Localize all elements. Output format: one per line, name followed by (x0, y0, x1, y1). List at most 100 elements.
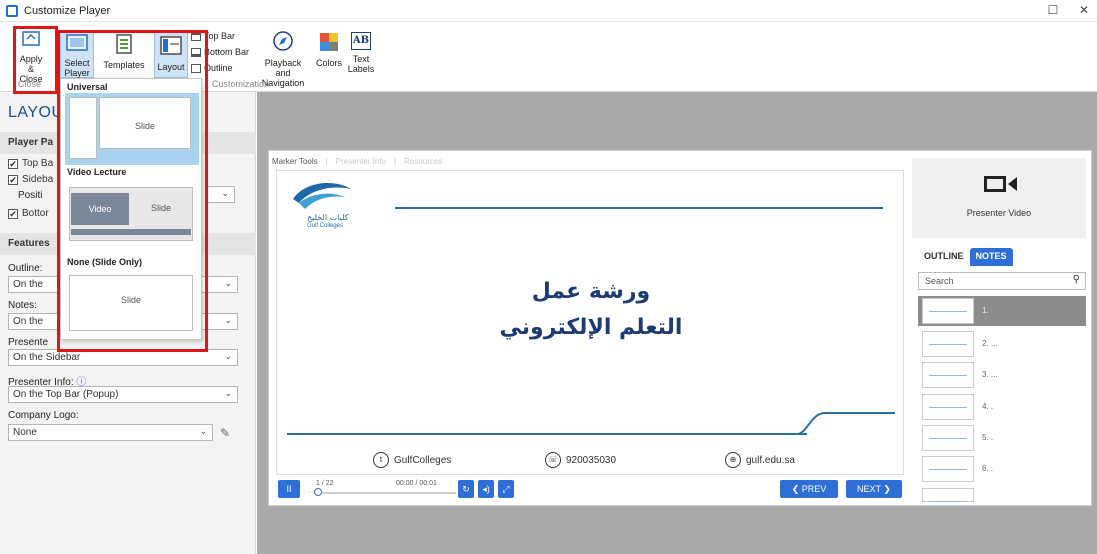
top-bar-option-label: Top Bar (204, 31, 236, 41)
tab-notes[interactable]: NOTES (969, 248, 1013, 266)
outline-item[interactable]: 6. . (918, 454, 1086, 484)
outline-label: Outline: (8, 263, 43, 274)
twitter-icon: t (373, 452, 389, 468)
outline-option[interactable]: Outline (191, 63, 233, 73)
playback-navigation-button[interactable]: Playback and Navigation (256, 30, 310, 88)
templates-button[interactable]: Templates (102, 34, 146, 74)
slide-only-option[interactable]: Slide (65, 273, 199, 335)
slide-counter: 1 / 22 (316, 480, 334, 487)
company-logo-select-value: None (13, 427, 37, 438)
logo-english-text: Gulf Colleges (307, 223, 344, 229)
tab-presenter-info[interactable]: Presenter Info (336, 157, 386, 166)
slide-title-line-1: ورشة عمل (531, 279, 651, 304)
seek-bar[interactable] (316, 492, 456, 494)
chevron-down-icon: ⌄ (221, 188, 229, 198)
bottom-bar-option[interactable]: Bottom Bar (191, 47, 249, 57)
colors-button[interactable]: Colors (313, 32, 345, 68)
group-label-customization: Customization (212, 79, 270, 89)
search-icon[interactable]: ⚲ (1073, 274, 1080, 285)
presenter-info-select[interactable]: On the Top Bar (Popup) ⌄ (8, 386, 238, 403)
slide-bottom-swoosh (797, 412, 895, 435)
outline-item[interactable]: 3. ... (918, 360, 1086, 390)
close-window-button[interactable]: ✕ (1071, 3, 1097, 19)
slide-canvas: كليات الخليج Gulf Colleges ورشة عمل التع… (276, 170, 904, 475)
chevron-down-icon: ⌄ (224, 351, 232, 361)
outline-option-label: Outline (204, 63, 233, 73)
maximize-button[interactable]: ☐ (1040, 3, 1066, 19)
checkbox-checked-icon: ✔ (8, 158, 18, 169)
colors-label: Colors (315, 58, 342, 68)
fullscreen-icon: ⤢ (502, 484, 510, 494)
apply-close-button[interactable]: Apply & Close (16, 28, 46, 84)
outline-search-input[interactable]: Search ⚲ (918, 272, 1086, 290)
universal-layout-option[interactable]: Slide (65, 93, 199, 165)
top-bar-checkbox[interactable]: ✔ Top Ba (8, 158, 53, 169)
bottom-bar-checkbox-label: Bottor (22, 208, 49, 219)
phone-icon: ☏ (545, 452, 561, 468)
replay-button[interactable]: ↻ (458, 480, 474, 498)
sidebar-checkbox[interactable]: ✔ Sideba (8, 174, 53, 185)
outline-item[interactable]: 1. (918, 296, 1086, 326)
twitter-handle: GulfColleges (394, 454, 452, 466)
edit-logo-icon[interactable]: ✎ (220, 426, 230, 440)
presenter-video-box: Presenter Video (912, 158, 1086, 238)
text-labels-icon: AB (351, 32, 371, 50)
globe-icon: ⊕ (725, 452, 741, 468)
universal-slide-label: Slide (134, 121, 155, 131)
time-display: 00:00 / 00:01 (396, 480, 437, 487)
checkbox-checked-icon: ✔ (8, 174, 18, 185)
video-slide-label: Slide (150, 203, 171, 213)
bottom-bar-option-label: Bottom Bar (204, 47, 250, 57)
contact-twitter: t GulfColleges (373, 452, 451, 468)
company-logo-select[interactable]: None ⌄ (8, 424, 213, 441)
top-bar-option[interactable]: Top Bar (191, 31, 235, 41)
position-select[interactable]: ⌄ (205, 186, 235, 203)
chevron-down-icon: ⌄ (199, 426, 207, 436)
bottom-bar-checkbox[interactable]: ✔ Bottor (8, 208, 49, 219)
outline-item[interactable]: 2. ... (918, 329, 1086, 359)
layout-button[interactable]: Layout (154, 30, 188, 78)
contact-web: ⊕ gulf.edu.sa (725, 452, 795, 468)
phone-number: 920035030 (566, 454, 617, 466)
chevron-down-icon: ⌄ (224, 388, 232, 398)
text-labels-label-2: Labels (347, 64, 375, 74)
colors-icon (320, 33, 338, 51)
window-title: Customize Player (24, 5, 111, 17)
outline-item[interactable]: 5. . (918, 423, 1086, 453)
title-bar: Customize Player ☐ ✕ (0, 0, 1097, 22)
seek-handle[interactable] (314, 488, 322, 496)
compass-icon (273, 31, 293, 51)
outline-icon (191, 63, 201, 73)
tab-outline[interactable]: OUTLINE (918, 248, 970, 266)
presenter-video-select[interactable]: On the Sidebar ⌄ (8, 349, 238, 366)
presenter-video-caption: Presenter Video (966, 208, 1032, 218)
volume-icon: ◂) (482, 484, 490, 494)
pause-button[interactable]: II (278, 480, 300, 498)
fullscreen-button[interactable]: ⤢ (498, 480, 514, 498)
top-bar-icon (191, 31, 201, 41)
tab-resources[interactable]: Resources (404, 157, 442, 166)
select-player-icon (66, 34, 88, 51)
chevron-down-icon: ⌄ (224, 315, 232, 325)
outline-item[interactable]: 4. . (918, 392, 1086, 422)
position-label: Positi (18, 190, 43, 201)
app-icon (6, 5, 18, 17)
next-button[interactable]: NEXT ❯ (846, 480, 902, 498)
prev-button[interactable]: ❮ PREV (780, 480, 838, 498)
templates-label: Templates (103, 60, 145, 70)
slide-top-rule (395, 207, 883, 209)
text-labels-button[interactable]: AB Text Labels (346, 32, 376, 78)
layout-icon (160, 36, 182, 55)
website: gulf.edu.sa (746, 454, 795, 466)
select-player-button[interactable]: Select Player ▾ (60, 30, 94, 88)
sidebar-checkbox-label: Sideba (22, 174, 54, 185)
video-lecture-option[interactable]: Video Slide (65, 183, 199, 247)
slide-bottom-rule (287, 433, 807, 435)
notes-label: Notes: (8, 300, 37, 311)
video-mock-label: Video (71, 193, 129, 225)
volume-button[interactable]: ◂) (478, 480, 494, 498)
presenter-video-select-value: On the Sidebar (13, 352, 81, 363)
player-control-bar: II 1 / 22 00:00 / 00:01 ↻ ◂) ⤢ ❮ PREV NE… (276, 480, 904, 500)
tab-marker-tools[interactable]: Marker Tools (272, 157, 318, 166)
outline-item[interactable] (918, 486, 1086, 504)
